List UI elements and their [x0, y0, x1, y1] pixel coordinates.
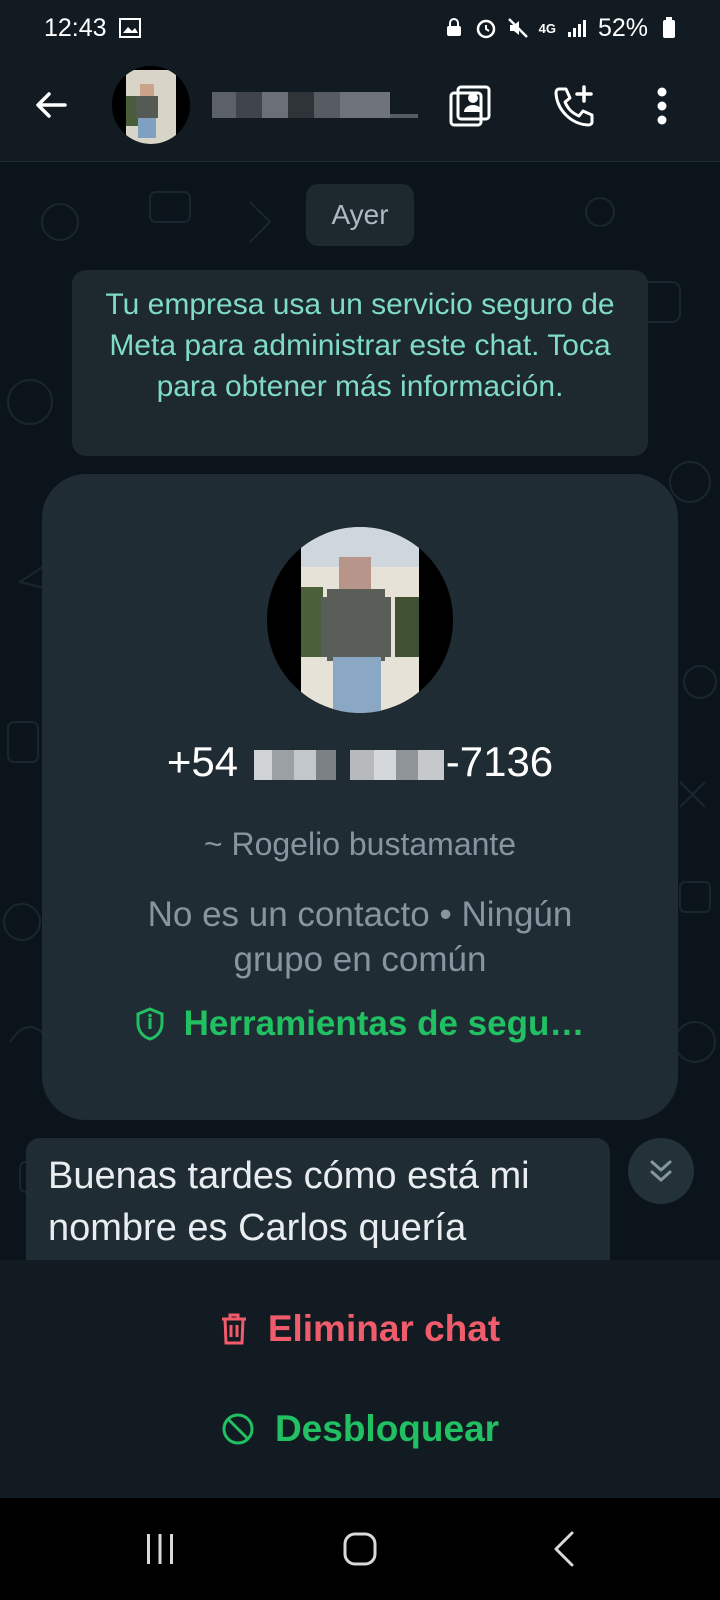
back-button[interactable] [26, 80, 76, 130]
chat-area[interactable]: Ayer Tu empresa usa un servicio seguro d… [0, 162, 720, 1260]
profile-card: +54 -7136 ~ Rogelio bustamante No es un … [42, 474, 678, 1120]
phone-prefix: +54 [166, 738, 239, 785]
home-button[interactable] [330, 1524, 390, 1574]
profile-card-avatar[interactable] [267, 527, 453, 713]
scroll-down-button[interactable] [628, 1138, 694, 1204]
add-call-icon [554, 85, 594, 127]
status-bar: 12:43 4G 52% [0, 0, 720, 56]
back-arrow-icon [36, 92, 67, 118]
recent-apps-button[interactable] [130, 1524, 190, 1574]
more-vert-icon [657, 87, 667, 125]
phone-redaction [253, 749, 444, 780]
double-chevron-down-icon [650, 1160, 672, 1182]
contact-name-redacted[interactable] [212, 86, 422, 124]
alarm-icon [475, 17, 497, 39]
back-chevron-icon [554, 1531, 574, 1567]
block-icon [222, 1413, 254, 1445]
more-options-button[interactable] [632, 76, 692, 136]
status-time: 12:43 [44, 13, 107, 42]
phone-suffix: -7136 [445, 738, 554, 785]
safety-tools-label: Herramientas de segu… [183, 1004, 585, 1043]
mute-icon [507, 17, 529, 39]
safety-tools-link[interactable]: Herramientas de segu… [42, 1004, 678, 1044]
profile-push-name: ~ Rogelio bustamante [203, 826, 517, 862]
battery-level: 52% [597, 13, 648, 42]
business-system-message[interactable]: Tu empresa usa un servicio seguro de Met… [72, 270, 648, 456]
delete-chat-button[interactable]: Eliminar chat [0, 1284, 720, 1374]
network-type: 4G [538, 20, 556, 36]
profile-context: No es un contacto • Ningún grupo en comú… [147, 895, 573, 979]
date-divider: Ayer [306, 184, 414, 246]
contact-card-button[interactable] [440, 76, 500, 136]
add-call-button[interactable] [544, 76, 604, 136]
unblock-label: Desbloquear [274, 1408, 500, 1449]
contact-avatar[interactable] [112, 66, 190, 144]
shield-icon [136, 1007, 164, 1041]
unblock-button[interactable]: Desbloquear [0, 1384, 720, 1474]
signal-icon [566, 17, 588, 39]
gallery-notification-icon [118, 17, 141, 39]
back-nav-button[interactable] [534, 1524, 594, 1574]
trash-icon [221, 1313, 246, 1345]
chat-header [0, 56, 720, 162]
vpn-icon [443, 17, 465, 39]
system-navigation-bar [0, 1498, 720, 1600]
profile-phone-number: +54 -7136 [42, 738, 678, 786]
home-icon [343, 1532, 377, 1566]
contact-card-icon [449, 85, 491, 127]
blocked-chat-actions: Eliminar chat Desbloquear [0, 1260, 720, 1498]
battery-icon [658, 17, 680, 39]
recent-apps-icon [147, 1534, 173, 1564]
incoming-message-bubble[interactable]: Buenas tardes cómo está mi nombre es Car… [26, 1138, 610, 1260]
delete-chat-label: Eliminar chat [267, 1308, 501, 1349]
